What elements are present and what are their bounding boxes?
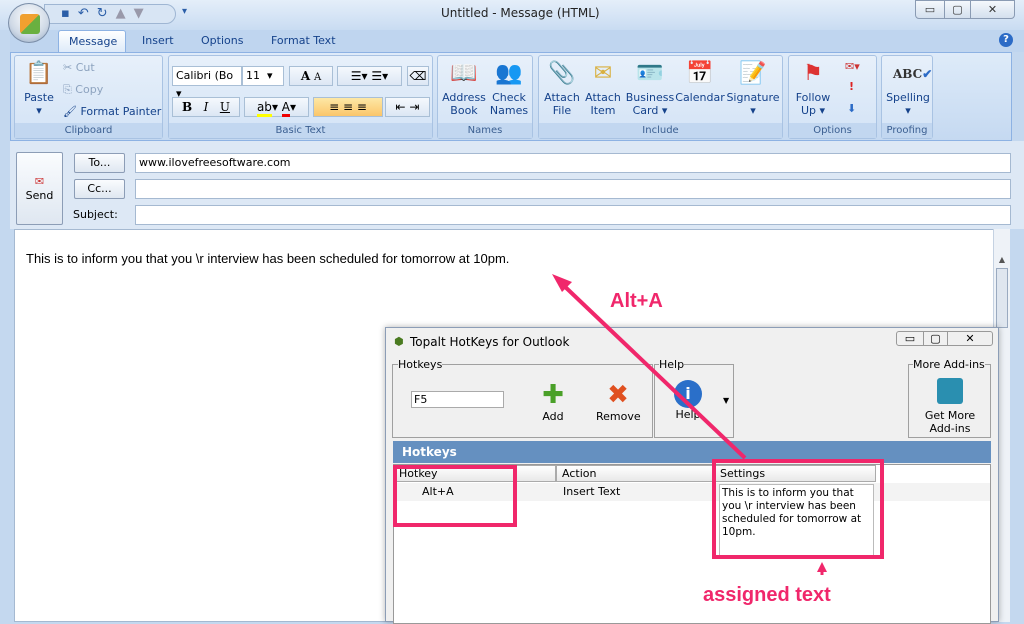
annotation-assigned-text: assigned text <box>703 584 831 606</box>
annotation-arrows <box>552 274 827 575</box>
annotation-alt-a: Alt+A <box>610 290 663 312</box>
arrow-up-icon <box>817 562 827 572</box>
office-button[interactable] <box>8 3 50 43</box>
office-logo-icon <box>20 14 40 34</box>
